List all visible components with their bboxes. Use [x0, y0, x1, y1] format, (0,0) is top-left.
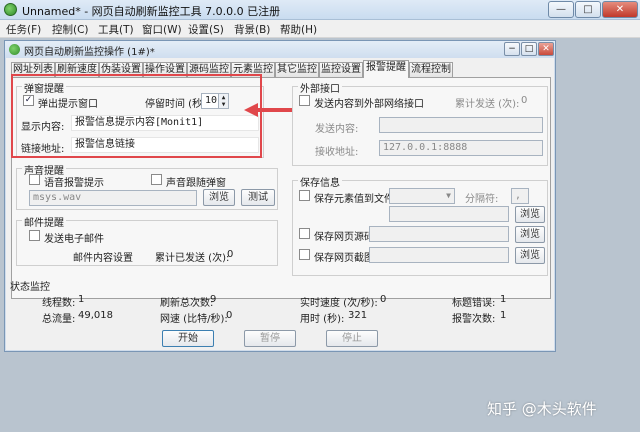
send-external-label: 发送内容到外部网络接口	[314, 99, 424, 110]
follow-popup-checkbox[interactable]	[151, 174, 162, 185]
status-title: 状态监控	[10, 282, 50, 293]
net-speed-label: 网速 (比特/秒):	[160, 314, 228, 325]
separator-input[interactable]: ,	[511, 188, 529, 204]
mail-group-title: 邮件提醒	[22, 214, 66, 229]
save-source-label: 保存网页源码	[314, 232, 374, 243]
minimize-button[interactable]: —	[548, 1, 574, 18]
tab-other-monitor[interactable]: 其它监控	[275, 62, 319, 77]
source-file-path-input[interactable]	[369, 226, 509, 242]
menu-background[interactable]: 背景(B)	[234, 22, 270, 37]
follow-popup-label: 声音跟随弹窗	[166, 178, 226, 189]
save-group-title: 保存信息	[298, 174, 342, 189]
net-speed-value: 0	[226, 310, 233, 321]
tab-monitor-settings[interactable]: 监控设置	[319, 62, 363, 77]
sent-count-label: 累计发送 (次):	[455, 99, 520, 110]
child-minimize-button[interactable]: −	[504, 42, 520, 56]
close-button[interactable]: ✕	[602, 1, 638, 18]
mail-group: 邮件提醒 发送电子邮件 邮件内容设置 累计已发送 (次): 0	[16, 214, 278, 266]
child-title-bar: 网页自动刷新监控操作 (1#)* − □ ✕	[5, 41, 555, 58]
elapsed-time-label: 用时 (秒):	[300, 314, 345, 325]
mail-sent-label: 累计已发送 (次):	[155, 253, 230, 264]
watermark: 知乎 @木头软件	[487, 400, 597, 418]
source-browse-button[interactable]: 浏览	[515, 226, 545, 243]
highlight-box	[11, 74, 262, 158]
save-element-select[interactable]: ▼	[389, 188, 455, 204]
send-content-input[interactable]	[379, 117, 543, 133]
screenshot-browse-button[interactable]: 浏览	[515, 247, 545, 264]
dropdown-arrow-icon: ▼	[446, 191, 451, 200]
alarm-count-value: 1	[500, 310, 507, 321]
elapsed-time-value: 321	[348, 310, 368, 321]
save-source-checkbox[interactable]	[299, 228, 310, 239]
stop-button[interactable]: 停止	[326, 330, 378, 347]
send-external-checkbox[interactable]	[299, 95, 310, 106]
child-window-title: 网页自动刷新监控操作 (1#)*	[24, 47, 155, 58]
mail-settings-link[interactable]: 邮件内容设置	[73, 249, 133, 264]
refresh-total-value: 9	[210, 294, 217, 305]
recv-addr-label: 接收地址:	[315, 147, 359, 158]
maximize-button[interactable]: □	[575, 1, 601, 18]
element-file-path-input[interactable]	[389, 206, 509, 222]
alarm-count-label: 报警次数:	[452, 314, 496, 325]
tab-alarm[interactable]: 报警提醒	[363, 60, 409, 78]
rt-speed-value: 0	[380, 294, 387, 305]
flow-value: 49,018	[78, 310, 113, 321]
element-browse-button[interactable]: 浏览	[515, 206, 545, 223]
external-group-title: 外部接口	[298, 80, 342, 95]
title-error-value: 1	[500, 294, 507, 305]
menu-window[interactable]: 窗口(W)	[142, 22, 182, 37]
save-group: 保存信息 保存元素值到文件 ▼ 分隔符: , 浏览 保存网页源码 浏览 保存网页…	[292, 174, 548, 276]
save-screenshot-checkbox[interactable]	[299, 249, 310, 260]
recv-addr-input[interactable]: 127.0.0.1:8888	[379, 140, 543, 156]
tab-flow-control[interactable]: 流程控制	[409, 62, 453, 77]
send-content-label: 发送内容:	[315, 124, 359, 135]
menu-settings[interactable]: 设置(S)	[188, 22, 224, 37]
red-arrow-icon	[244, 103, 292, 117]
child-maximize-button[interactable]: □	[521, 42, 537, 56]
sent-count-value: 0	[521, 95, 528, 106]
voice-alarm-label: 语音报警提示	[44, 178, 104, 189]
mail-sent-value: 0	[227, 249, 234, 260]
send-mail-label: 发送电子邮件	[44, 234, 104, 245]
menu-control[interactable]: 控制(C)	[52, 22, 89, 37]
child-app-icon	[9, 44, 20, 55]
external-group: 外部接口 发送内容到外部网络接口 累计发送 (次): 0 发送内容: 接收地址:…	[292, 80, 548, 166]
child-close-button[interactable]: ✕	[538, 42, 554, 56]
title-bar: Unnamed* - 网页自动刷新监控工具 7.0.0.0 已注册 — □ ✕	[0, 0, 640, 20]
threads-value: 1	[78, 294, 85, 305]
screenshot-file-path-input[interactable]	[369, 247, 509, 263]
title-error-label: 标题错误:	[452, 298, 496, 309]
voice-alarm-checkbox[interactable]	[29, 174, 40, 185]
refresh-total-label: 刷新总次数:	[160, 298, 214, 309]
start-button[interactable]: 开始	[162, 330, 214, 347]
separator-label: 分隔符:	[465, 194, 499, 205]
flow-label: 总流量:	[42, 314, 76, 325]
save-element-checkbox[interactable]	[299, 190, 310, 201]
threads-label: 线程数:	[42, 298, 76, 309]
menu-bar: 任务(F) 控制(C) 工具(T) 窗口(W) 设置(S) 背景(B) 帮助(H…	[0, 20, 640, 38]
window-title: Unnamed* - 网页自动刷新监控工具 7.0.0.0 已注册	[22, 5, 281, 18]
sound-file-input[interactable]: msys.wav	[29, 190, 197, 206]
menu-task[interactable]: 任务(F)	[6, 22, 41, 37]
rt-speed-label: 实时速度 (次/秒):	[300, 298, 378, 309]
save-element-label: 保存元素值到文件	[314, 194, 394, 205]
pause-button[interactable]: 暂停	[244, 330, 296, 347]
menu-tools[interactable]: 工具(T)	[98, 22, 134, 37]
menu-help[interactable]: 帮助(H)	[280, 22, 317, 37]
app-icon	[4, 3, 17, 16]
sound-browse-button[interactable]: 浏览	[203, 189, 235, 206]
sound-test-button[interactable]: 测试	[241, 189, 275, 206]
send-mail-checkbox[interactable]	[29, 230, 40, 241]
sound-group: 声音提醒 语音报警提示 声音跟随弹窗 msys.wav 浏览 测试	[16, 162, 278, 210]
save-screenshot-label: 保存网页截图	[314, 253, 374, 264]
